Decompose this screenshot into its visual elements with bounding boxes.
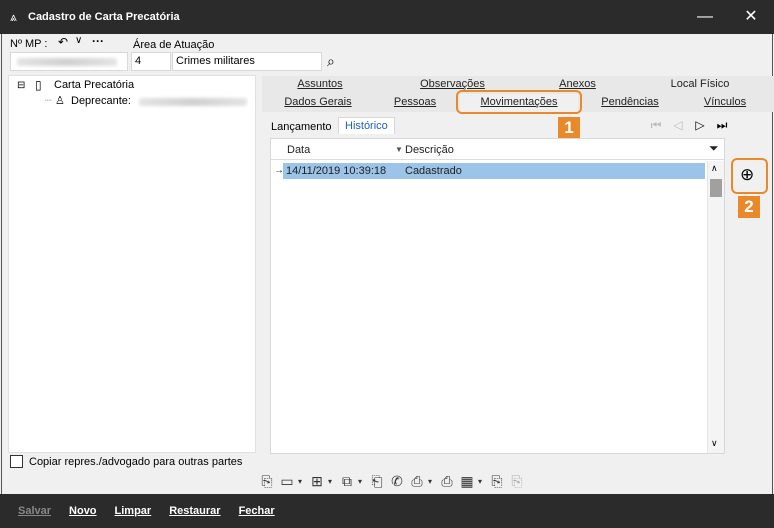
collapse-icon[interactable]: ⊟ (17, 80, 25, 91)
printer-icon[interactable]: ⎙ (408, 473, 426, 490)
window-title: Cadastro de Carta Precatória (28, 11, 180, 23)
subtab-historico[interactable]: Histórico (338, 117, 395, 134)
row-description[interactable]: Cadastrado (405, 165, 462, 177)
folder-icon[interactable]: ▭ (278, 473, 296, 490)
document-icon: ▯ (35, 78, 42, 92)
subtab-lancamento[interactable]: Lançamento (271, 121, 332, 133)
dropdown-icon[interactable]: ▾ (358, 477, 366, 486)
tab-pessoas[interactable]: Pessoas (375, 96, 455, 112)
dropdown-icon[interactable]: ▾ (428, 477, 436, 486)
tree-connector: ┈ (45, 95, 52, 107)
last-record-icon[interactable]: ⏭ (712, 116, 732, 134)
tree-panel: ⊟ ▯ Carta Precatória ┈ ♙ Deprecante: (8, 75, 256, 453)
export-icon[interactable]: ⎘ (488, 473, 506, 490)
tree-root-item[interactable]: Carta Precatória (54, 79, 134, 91)
sort-desc-icon: ▼ (395, 145, 403, 154)
header-divider (271, 159, 724, 160)
area-name-field[interactable]: Crimes militares (172, 52, 322, 71)
column-header-data[interactable]: Data (287, 144, 310, 156)
copy-icon[interactable]: ⧉ (338, 473, 356, 490)
row-date[interactable]: 14/11/2019 10:39:18 (286, 165, 386, 177)
search-icon[interactable]: ⌕ (327, 53, 335, 70)
mp-number-field[interactable] (10, 52, 128, 71)
next-record-icon[interactable]: ▷ (690, 116, 710, 134)
redacted-text (17, 58, 117, 66)
dropdown-icon[interactable]: ▾ (328, 477, 336, 486)
undo-icon[interactable]: ↶ (58, 35, 68, 49)
tab-vinculos[interactable]: Vínculos (680, 96, 770, 112)
dropdown-icon[interactable]: ▾ (478, 477, 486, 486)
app-logo-icon: ⩓ (10, 10, 17, 24)
dropdown-icon[interactable]: ▾ (298, 477, 306, 486)
tab-dados-gerais[interactable]: Dados Gerais (268, 96, 368, 112)
hierarchy-icon[interactable]: ⊞ (308, 473, 326, 490)
restore-button[interactable]: Restaurar (169, 505, 220, 517)
column-header-descricao[interactable]: Descrição (405, 144, 454, 156)
tree-child-item[interactable]: Deprecante: (71, 95, 131, 107)
chevron-down-icon[interactable]: ∨ (75, 35, 82, 46)
callout-1-highlight (456, 90, 582, 114)
save-button[interactable]: Salvar (18, 505, 51, 517)
more-icon[interactable]: ··· (92, 34, 104, 48)
area-label: Área de Atuação (133, 39, 215, 51)
print-icon[interactable]: ⎙ (438, 473, 456, 490)
bottom-toolbar: ⎘ ▭ ▾ ⊞ ▾ ⧉ ▾ ⎗ ✆ ⎙ ▾ ⎙ ▦ ▾ ⎘ ⎘ (258, 470, 526, 492)
close-button[interactable]: ✕ (728, 0, 774, 34)
tab-pendencias[interactable]: Pendências (585, 96, 675, 112)
new-button[interactable]: Novo (69, 505, 97, 517)
scroll-down-icon[interactable]: ∨ (711, 438, 718, 449)
copy-checkbox[interactable] (10, 455, 23, 468)
previous-record-icon[interactable]: ◁ (668, 116, 688, 134)
area-code-field[interactable]: 4 (131, 52, 171, 71)
add-circle-icon[interactable]: ⊕ (740, 165, 754, 185)
first-record-icon[interactable]: ⏮ (646, 116, 666, 134)
document-add-icon[interactable]: ⎗ (368, 473, 386, 490)
clear-button[interactable]: Limpar (115, 505, 152, 517)
calendar-icon[interactable]: ▦ (458, 473, 476, 490)
current-row-arrow-icon: → (274, 165, 284, 176)
tab-local-fisico[interactable]: Local Físico (640, 78, 760, 94)
person-icon: ♙ (55, 95, 65, 107)
minimize-button[interactable]: — (682, 0, 728, 34)
disabled-export-icon: ⎘ (511, 472, 523, 489)
footer-bar: Salvar Novo Limpar Restaurar Fechar (0, 494, 774, 528)
phone-icon[interactable]: ✆ (388, 473, 406, 490)
title-bar: ⩓ Cadastro de Carta Precatória — ✕ (0, 0, 774, 34)
new-document-icon[interactable]: ⎘ (258, 473, 276, 490)
filter-icon[interactable]: ⏷ (709, 141, 719, 156)
copy-checkbox-label: Copiar repres./advogado para outras part… (29, 456, 243, 468)
scrollbar-thumb[interactable] (710, 179, 722, 197)
vertical-scrollbar[interactable]: ∧ ∨ (707, 161, 724, 453)
close-form-button[interactable]: Fechar (239, 505, 275, 517)
scroll-up-icon[interactable]: ∧ (711, 163, 718, 174)
callout-1-badge: 1 (558, 117, 580, 139)
redacted-text (139, 98, 247, 106)
tab-assuntos[interactable]: Assuntos (275, 78, 365, 94)
mp-label: Nº MP : (10, 38, 48, 50)
history-grid: Data ▼ Descrição ⏷ → 14/11/2019 10:39:18… (270, 138, 725, 454)
callout-2-badge: 2 (738, 196, 760, 218)
